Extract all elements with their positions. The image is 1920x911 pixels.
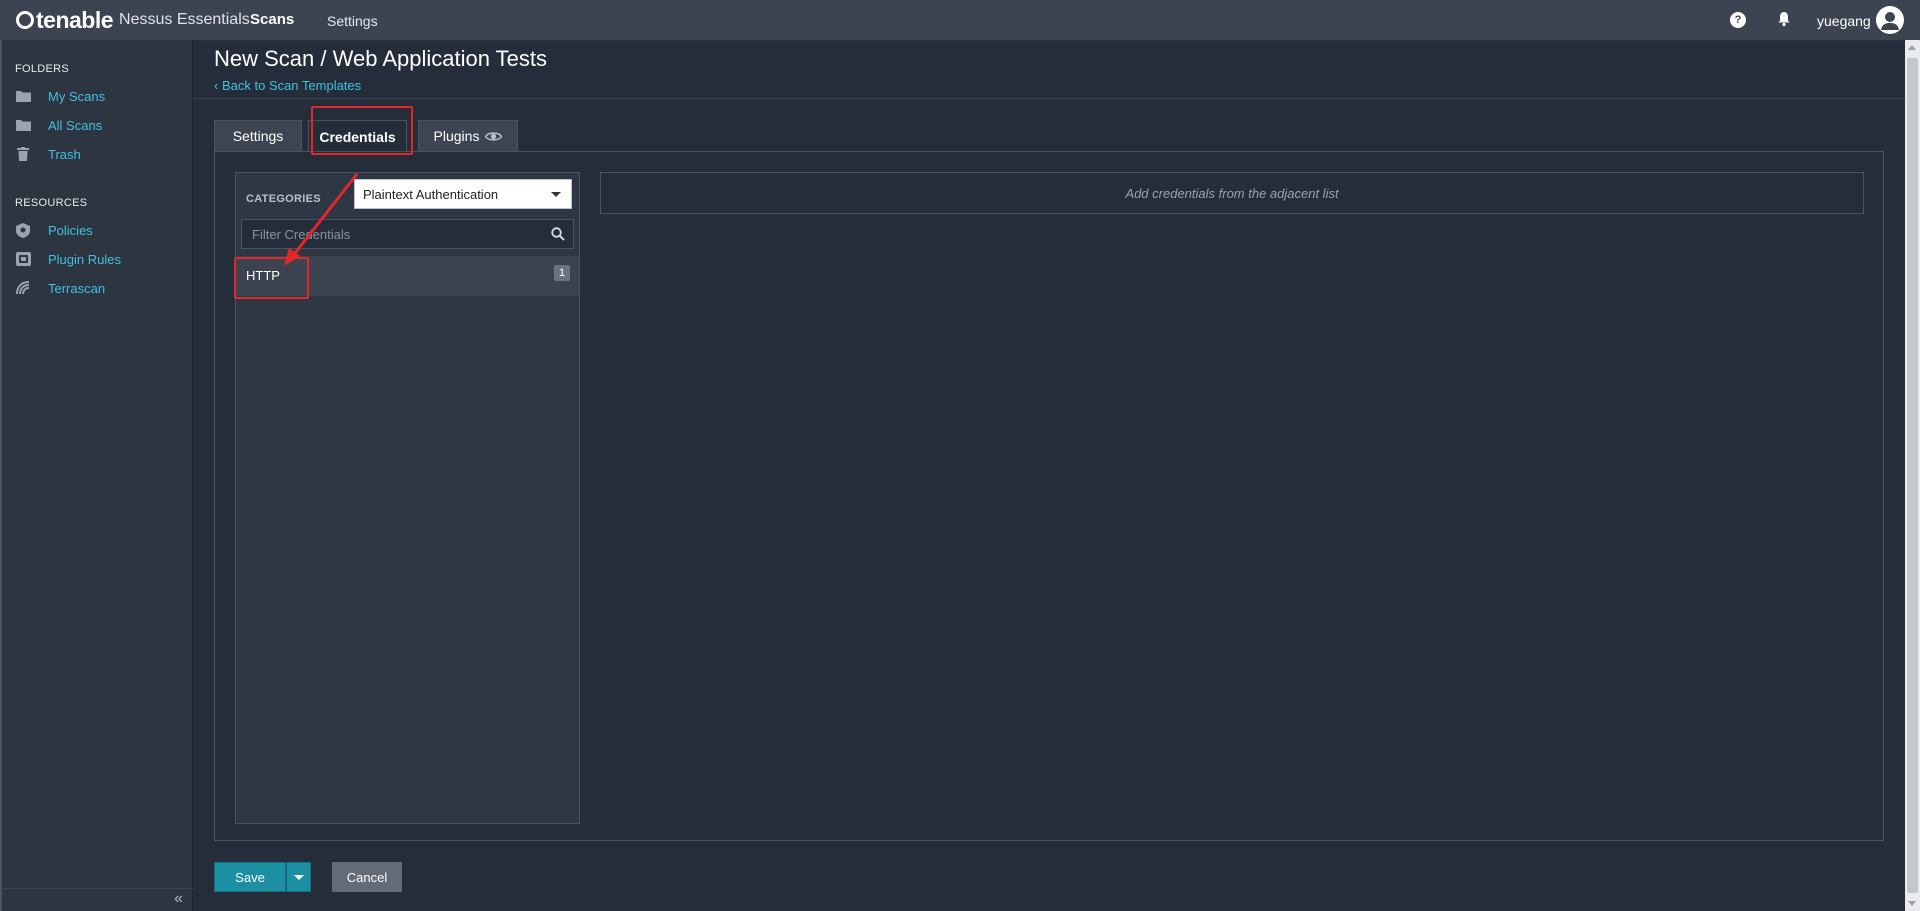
trash-icon [15,146,31,162]
sidebar: FOLDERS My Scans All Scans Trash RESOURC… [0,40,193,911]
search-icon[interactable] [551,227,565,241]
tab-label: Plugins [433,128,480,144]
sidebar-item-all-scans[interactable]: All Scans [15,114,102,136]
sidebar-item-label: Terrascan [48,280,106,296]
sidebar-item-plugin-rules[interactable]: Plugin Rules [15,248,121,270]
chevron-down-icon [551,192,561,197]
nav-scans[interactable]: Scans [250,11,294,28]
credentials-panel: CATEGORIES Plaintext Authentication HTTP… [214,151,1884,841]
sidebar-item-label: My Scans [48,88,106,104]
save-options-dropdown-button[interactable] [286,862,311,892]
credential-item-http[interactable]: HTTP 1 [236,256,579,296]
tenable-ring-icon [16,11,34,29]
product-name: Nessus Essentials [119,11,250,28]
sidebar-item-label: Plugin Rules [48,251,121,267]
terrascan-icon [15,280,31,296]
plugin-rules-icon [15,251,31,267]
top-navigation-bar: tenable Nessus Essentials Scans Settings… [0,0,1920,41]
tab-label: Credentials [319,128,396,145]
folder-icon [15,88,31,104]
tab-plugins[interactable]: Plugins [418,120,518,151]
credential-name: HTTP [246,268,280,283]
scroll-up-arrow-icon[interactable] [1908,45,1916,50]
brand-name: tenable [36,6,114,33]
page-title: New Scan / Web Application Tests [214,46,548,71]
sidebar-item-label: Trash [48,146,81,162]
cancel-button[interactable]: Cancel [332,862,402,892]
tenable-logo[interactable]: tenable Nessus Essentials [16,6,250,33]
user-avatar-icon[interactable] [1876,6,1904,34]
scroll-down-arrow-icon[interactable] [1908,901,1916,906]
scrollbar-thumb[interactable] [1907,58,1918,893]
sidebar-item-label: All Scans [48,117,103,133]
credential-count-badge: 1 [554,265,570,281]
save-button[interactable]: Save [214,862,286,892]
title-divider [193,98,1905,99]
nav-settings[interactable]: Settings [327,13,378,29]
page-scrollbar[interactable] [1905,40,1920,911]
tab-credentials[interactable]: Credentials [308,120,407,152]
filter-credentials-field [241,219,574,249]
credentials-empty-area: Add credentials from the adjacent list [600,172,1864,214]
tab-settings[interactable]: Settings [214,120,302,151]
credential-categories-column: CATEGORIES Plaintext Authentication HTTP… [235,172,580,824]
empty-credentials-message: Add credentials from the adjacent list [1125,185,1339,201]
categories-label: CATEGORIES [246,193,321,205]
eye-icon [485,131,503,141]
sidebar-item-policies[interactable]: Policies [15,219,93,241]
sidebar-item-label: Policies [48,222,93,238]
tab-label: Settings [232,128,284,144]
sidebar-item-trash[interactable]: Trash [15,143,81,165]
sidebar-item-terrascan[interactable]: Terrascan [15,277,105,299]
policy-shield-icon [15,222,31,238]
main-content: New Scan / Web Application Tests ‹ Back … [193,40,1905,911]
filter-credentials-input[interactable] [242,220,532,248]
username[interactable]: yuegang [1817,13,1871,29]
folder-icon [15,117,31,133]
sidebar-item-my-scans[interactable]: My Scans [15,85,105,107]
collapse-sidebar-icon[interactable]: « [174,890,183,908]
back-to-scan-templates-link[interactable]: ‹ Back to Scan Templates [214,78,361,93]
help-icon[interactable]: ? [1730,12,1746,28]
resources-heading: RESOURCES [15,197,88,209]
category-selected-value: Plaintext Authentication [363,186,499,202]
sidebar-collapse-bar: « [2,888,193,911]
notifications-bell-icon[interactable] [1775,10,1793,28]
folders-heading: FOLDERS [15,63,70,75]
category-select[interactable]: Plaintext Authentication [354,179,572,209]
